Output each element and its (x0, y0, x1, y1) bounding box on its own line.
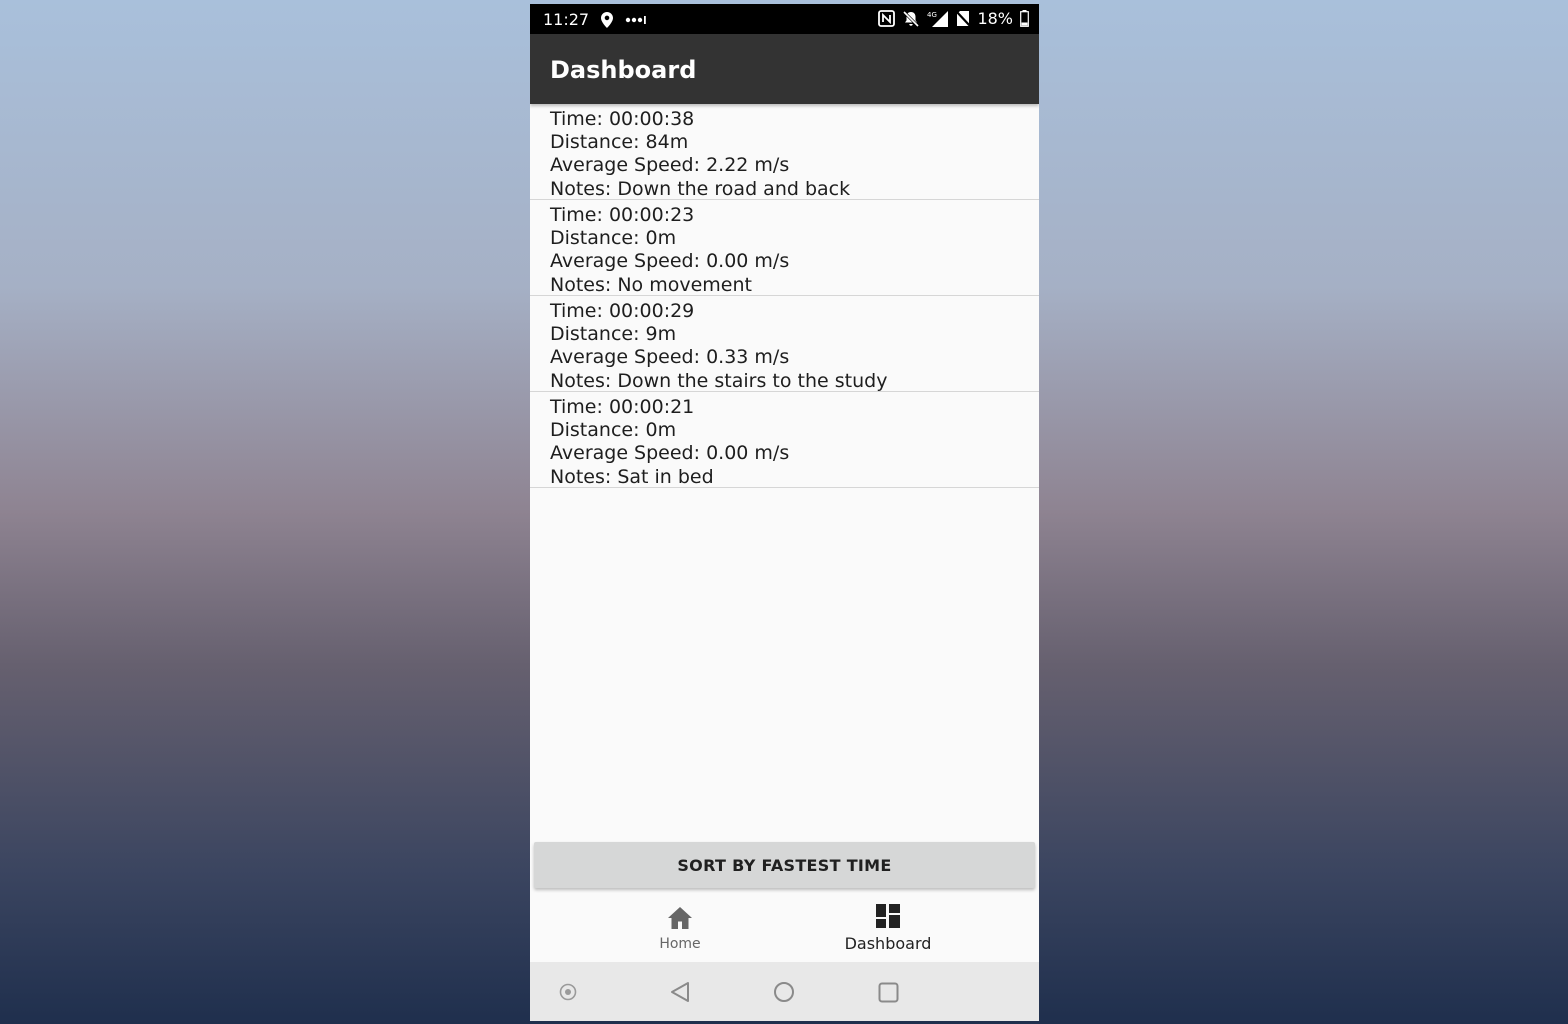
entry-distance: Distance: 9m (550, 323, 677, 346)
sort-by-fastest-time-button[interactable]: SORT BY FASTEST TIME (534, 842, 1035, 888)
phone-screen: 11:27 4G 18% Dashboard Time: 00:00:38 Di… (530, 4, 1039, 1021)
entry-time: Time: 00:00:23 (550, 204, 695, 226)
status-bar: 11:27 4G 18% (530, 4, 1039, 34)
entry-speed: Average Speed: 0.00 m/s (550, 250, 790, 273)
entry-time: Time: 00:00:29 (550, 300, 695, 322)
app-bar: Dashboard (530, 34, 1039, 104)
entry-distance: Distance: 0m (550, 227, 677, 250)
signal-icon: 4G (927, 10, 949, 27)
assist-icon[interactable] (559, 983, 577, 1001)
list-item[interactable]: Time: 00:00:29 Distance: 9m Average Spee… (530, 296, 1039, 392)
bottom-navigation: Home Dashboard (530, 894, 1039, 962)
entry-notes: Notes: Down the road and back (550, 177, 851, 200)
entry-time: Time: 00:00:38 (550, 108, 695, 130)
nfc-icon (878, 10, 896, 27)
run-list: Time: 00:00:38 Distance: 84m Average Spe… (530, 104, 1039, 488)
entry-distance: Distance: 84m (550, 131, 689, 154)
entry-speed: Average Speed: 0.00 m/s (550, 442, 790, 465)
recents-icon[interactable] (878, 982, 899, 1003)
home-icon (668, 907, 692, 929)
list-item[interactable]: Time: 00:00:21 Distance: 0m Average Spee… (530, 392, 1039, 488)
location-icon (601, 11, 614, 28)
nav-item-dashboard[interactable]: Dashboard (808, 894, 968, 962)
entry-speed: Average Speed: 0.33 m/s (550, 346, 790, 369)
system-navigation-bar (530, 962, 1039, 1021)
nav-item-label: Dashboard (844, 934, 932, 953)
entry-notes: Notes: No movement (550, 273, 752, 296)
home-circle-icon[interactable] (773, 981, 795, 1003)
nav-item-home[interactable]: Home (600, 894, 760, 962)
page-title: Dashboard (550, 56, 697, 84)
status-time: 11:27 (543, 10, 590, 29)
entry-notes: Notes: Down the stairs to the study (550, 369, 888, 392)
battery-icon (1020, 10, 1029, 27)
list-item[interactable]: Time: 00:00:23 Distance: 0m Average Spee… (530, 200, 1039, 296)
no-sim-icon (956, 10, 971, 27)
network-type-label: 4G (927, 11, 937, 19)
list-item[interactable]: Time: 00:00:38 Distance: 84m Average Spe… (530, 104, 1039, 200)
nav-item-label: Home (659, 936, 701, 952)
back-icon[interactable] (670, 981, 690, 1003)
more-dots-icon (625, 15, 646, 24)
bell-off-icon (903, 10, 920, 27)
battery-percent: 18% (977, 9, 1013, 28)
dashboard-icon (876, 904, 900, 928)
entry-notes: Notes: Sat in bed (550, 465, 714, 488)
entry-distance: Distance: 0m (550, 419, 677, 442)
entry-time: Time: 00:00:21 (550, 396, 695, 418)
entry-speed: Average Speed: 2.22 m/s (550, 154, 790, 177)
